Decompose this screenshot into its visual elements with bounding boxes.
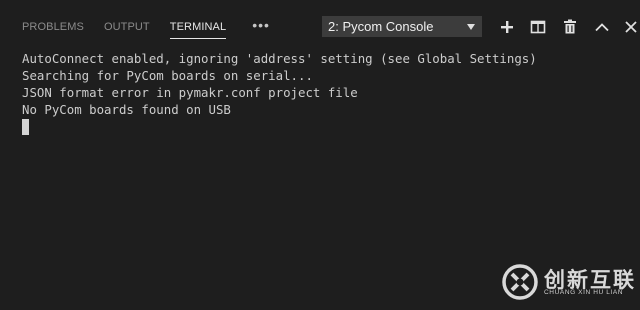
terminal-select-value: 2: Pycom Console bbox=[328, 19, 434, 34]
terminal-line: AutoConnect enabled, ignoring 'address' … bbox=[22, 51, 537, 66]
new-terminal-button[interactable] bbox=[498, 18, 516, 36]
trash-icon bbox=[564, 19, 576, 34]
watermark-subtitle: CHUANG XIN HU LIAN bbox=[544, 289, 624, 296]
tab-output[interactable]: OUTPUT bbox=[104, 20, 150, 38]
tab-terminal[interactable]: TERMINAL bbox=[169, 20, 227, 39]
close-panel-button[interactable] bbox=[622, 18, 640, 36]
kill-terminal-button[interactable] bbox=[561, 18, 579, 36]
terminal-line: No PyCom boards found on USB bbox=[22, 102, 231, 117]
terminal-output[interactable]: AutoConnect enabled, ignoring 'address' … bbox=[22, 50, 630, 135]
split-editor-icon bbox=[530, 20, 546, 34]
chevron-up-icon bbox=[595, 23, 609, 32]
panel-tabs: PROBLEMS OUTPUT TERMINAL ••• bbox=[22, 18, 270, 40]
tab-problems[interactable]: PROBLEMS bbox=[22, 20, 84, 38]
maximize-panel-button[interactable] bbox=[593, 18, 611, 36]
panel-header: PROBLEMS OUTPUT TERMINAL ••• 2: Pycom Co… bbox=[0, 0, 640, 52]
logo-icon bbox=[502, 264, 538, 300]
split-terminal-button[interactable] bbox=[529, 18, 547, 36]
chevron-down-icon bbox=[467, 24, 475, 30]
watermark-logo: 创新互联 CHUANG XIN HU LIAN bbox=[500, 262, 636, 302]
plus-icon bbox=[501, 21, 513, 33]
terminal-select-dropdown[interactable]: 2: Pycom Console bbox=[322, 16, 482, 37]
terminal-cursor bbox=[22, 119, 29, 135]
more-actions-icon[interactable]: ••• bbox=[252, 18, 270, 32]
close-icon bbox=[625, 21, 637, 33]
terminal-line: JSON format error in pymakr.conf project… bbox=[22, 85, 358, 100]
terminal-line: Searching for PyCom boards on serial... bbox=[22, 68, 313, 83]
